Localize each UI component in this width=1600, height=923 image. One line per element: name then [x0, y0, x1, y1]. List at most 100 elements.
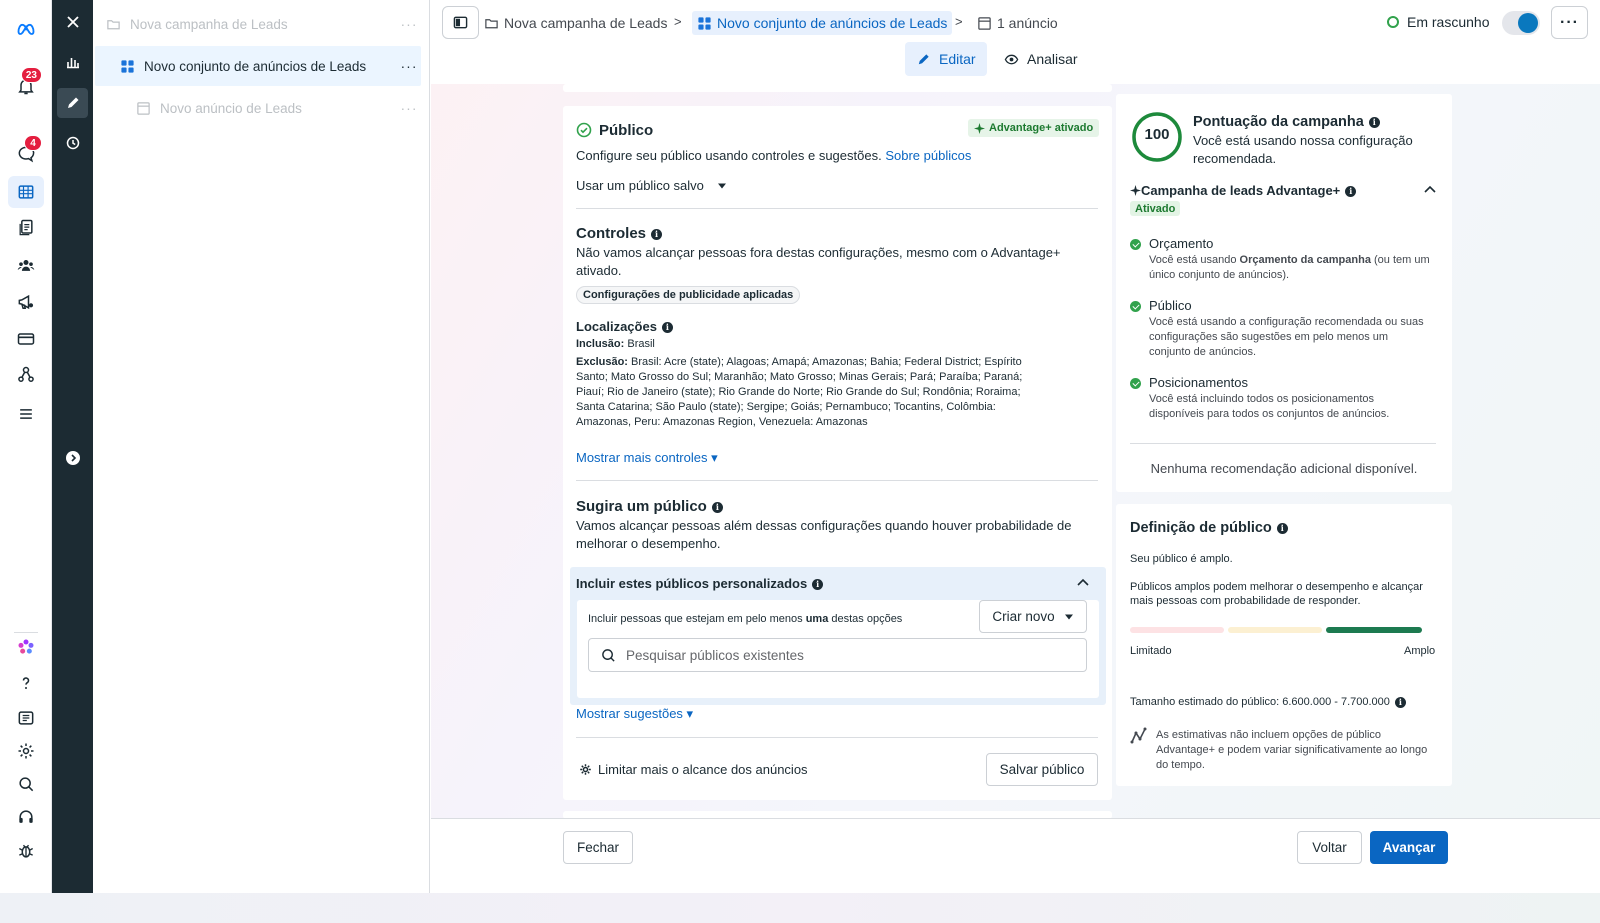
- history-button[interactable]: [57, 128, 88, 158]
- custom-audiences-title[interactable]: Incluir estes públicos personalizados i: [576, 576, 824, 591]
- estimated-size: Tamanho estimado do público: 6.600.000 -…: [1130, 695, 1406, 710]
- divider: [1130, 443, 1436, 444]
- suggest-desc: melhorar o desempenho.: [576, 536, 721, 551]
- limit-reach-link[interactable]: Limitar mais o alcance dos anúncios: [579, 761, 808, 779]
- support-headset-icon[interactable]: [8, 801, 44, 833]
- review-tab[interactable]: Analisar: [993, 42, 1089, 76]
- close-editor-button[interactable]: [57, 7, 88, 37]
- close-icon: [66, 16, 79, 28]
- create-new-dropdown-button[interactable]: Criar novo: [979, 600, 1087, 633]
- search-icon[interactable]: [8, 768, 44, 800]
- more-options-icon[interactable]: ···: [397, 58, 421, 74]
- more-options-icon[interactable]: ···: [397, 16, 421, 32]
- split-view-icon: [453, 16, 468, 29]
- tree-item-label: Novo anúncio de Leads: [160, 100, 302, 116]
- breadcrumb-adset[interactable]: Novo conjunto de anúncios de Leads: [692, 11, 953, 35]
- chevron-up-icon[interactable]: [1423, 184, 1437, 194]
- campaign-megaphone-icon[interactable]: [8, 286, 44, 318]
- overview-chart-button[interactable]: [57, 47, 88, 77]
- folder-icon: [485, 18, 498, 28]
- audience-title: Público: [599, 122, 654, 139]
- pencil-icon: [67, 97, 78, 108]
- check-icon: [1130, 239, 1141, 250]
- more-options-icon[interactable]: ···: [397, 100, 421, 116]
- close-button[interactable]: Fechar: [563, 831, 633, 864]
- budget-item-desc: único conjunto de anúncios).: [1149, 269, 1290, 281]
- info-icon[interactable]: i: [1345, 186, 1357, 198]
- help-question-icon[interactable]: [8, 667, 44, 699]
- breadcrumb-separator: >: [955, 14, 963, 29]
- expand-panel-button[interactable]: [57, 443, 88, 473]
- all-tools-menu-icon[interactable]: [8, 398, 44, 430]
- breadcrumb-separator: >: [674, 14, 682, 29]
- include-desc: Incluir pessoas que estejam em pelo meno…: [588, 613, 903, 625]
- sparkle-icon: [974, 122, 985, 134]
- no-more-recommendations: Nenhuma recomendação adicional disponíve…: [1150, 461, 1418, 476]
- exclusion-line: Santo; Mato Grosso do Sul; Maranhão; Mat…: [576, 371, 1023, 383]
- show-more-controls-link[interactable]: Mostrar mais controles ▾: [576, 449, 718, 467]
- breadcrumb-campaign[interactable]: Nova campanha de Leads: [484, 11, 667, 35]
- divider: [576, 480, 1098, 481]
- about-audiences-link[interactable]: Sobre públicos: [885, 148, 971, 163]
- info-icon[interactable]: i: [812, 579, 824, 591]
- meta-logo-icon[interactable]: [8, 13, 44, 45]
- bar-chart-icon: [66, 58, 79, 69]
- score-desc: recomendada.: [1193, 151, 1277, 166]
- footer-bar: Fechar Voltar Avançar: [431, 818, 1600, 893]
- edit-tab[interactable]: Editar: [905, 42, 987, 76]
- audience-item-desc: Você está usando a configuração recomend…: [1149, 316, 1424, 328]
- info-icon[interactable]: i: [1368, 116, 1380, 128]
- tree-item-campaign[interactable]: Nova campanha de Leads ···: [95, 4, 421, 44]
- previous-section-edge: [563, 84, 1112, 92]
- meter-segment-medium: [1228, 627, 1322, 633]
- folder-icon: [106, 16, 122, 32]
- info-icon[interactable]: i: [1276, 522, 1288, 534]
- applied-ad-settings-chip[interactable]: Configurações de publicidade aplicadas: [576, 286, 801, 304]
- back-button[interactable]: Voltar: [1297, 831, 1362, 864]
- ad-page-icon: [978, 16, 991, 30]
- news-feed-icon[interactable]: [8, 702, 44, 734]
- business-network-icon[interactable]: [8, 359, 44, 391]
- existing-audiences-search-input[interactable]: Pesquisar públicos existentes: [588, 638, 1087, 672]
- meta-ai-icon[interactable]: [8, 631, 44, 663]
- tree-item-adset[interactable]: Novo conjunto de anúncios de Leads ···: [95, 46, 421, 86]
- adset-on-off-toggle[interactable]: [1502, 11, 1540, 35]
- inclusion-line: Inclusão: Brasil: [576, 338, 655, 350]
- toggle-knob: [1518, 13, 1538, 33]
- advantage-badge: Advantage+ ativado: [968, 119, 1100, 137]
- info-icon[interactable]: i: [661, 322, 673, 334]
- audience-item-desc: conjunto de anúncios.: [1149, 346, 1257, 358]
- saved-audience-dropdown[interactable]: Usar um público salvo: [576, 177, 727, 195]
- chevron-up-icon[interactable]: [1076, 577, 1090, 587]
- billing-card-icon[interactable]: [8, 323, 44, 355]
- exclusion-line: Exclusão: Brasil: Acre (state); Alagoas;…: [576, 356, 1022, 368]
- info-icon[interactable]: i: [651, 228, 663, 240]
- sparkle-icon: [1130, 185, 1141, 196]
- show-suggestions-link[interactable]: Mostrar sugestões ▾: [576, 705, 693, 723]
- desktop-bottom-strip: [0, 893, 1600, 923]
- pages-icon[interactable]: [8, 212, 44, 244]
- ads-manager-table-icon[interactable]: [8, 176, 44, 208]
- audiences-icon[interactable]: [8, 249, 44, 281]
- settings-gear-icon[interactable]: [8, 735, 44, 767]
- top-more-button[interactable]: ···: [1551, 6, 1588, 39]
- report-bug-icon[interactable]: [8, 835, 44, 867]
- placements-item-desc: disponíveis para todos os conjuntos de a…: [1149, 408, 1390, 420]
- notifications-badge: 23: [20, 67, 42, 83]
- messages-icon[interactable]: 4: [8, 135, 44, 170]
- save-audience-button[interactable]: Salvar público: [986, 753, 1098, 786]
- estimate-note: do tempo.: [1156, 759, 1205, 771]
- check-icon: [1130, 301, 1141, 312]
- next-button[interactable]: Avançar: [1370, 831, 1448, 864]
- score-desc: Você está usando nossa configuração: [1193, 133, 1413, 148]
- budget-item-title: Orçamento: [1149, 236, 1214, 251]
- notifications-bell-icon[interactable]: 23: [8, 67, 44, 102]
- check-icon: [1130, 378, 1141, 389]
- edit-mode-button[interactable]: [57, 88, 88, 118]
- tree-item-ad[interactable]: Novo anúncio de Leads ···: [95, 88, 421, 128]
- toggle-panel-button[interactable]: [442, 6, 479, 39]
- breadcrumb-ad[interactable]: 1 anúncio: [977, 11, 1058, 35]
- score-value: 100: [1144, 126, 1170, 143]
- info-icon[interactable]: i: [1394, 696, 1406, 708]
- info-icon[interactable]: i: [711, 501, 723, 513]
